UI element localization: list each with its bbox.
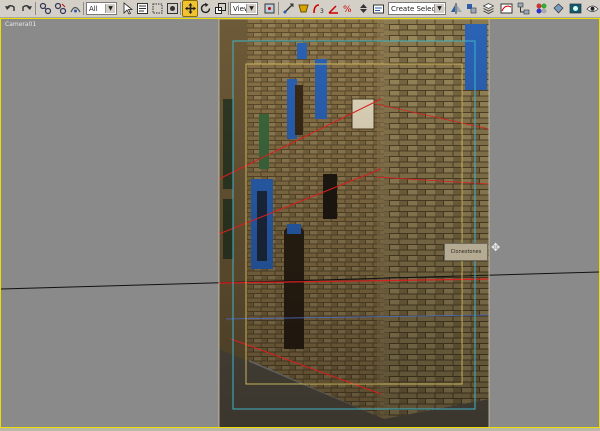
align-icon[interactable] (464, 1, 478, 16)
perspective-line (218, 168, 382, 235)
render-frame (218, 19, 490, 427)
selection-filter-value: All (89, 4, 98, 13)
named-selection-set-dropdown[interactable]: Create Selection Set▼ (388, 2, 446, 15)
perspective-line (218, 98, 382, 180)
perspective-line (375, 176, 490, 185)
horizon-line (1, 271, 599, 290)
select-and-move-icon[interactable] (182, 0, 198, 17)
snaps-toggle-icon[interactable]: 3 (311, 1, 325, 16)
safe-frame-outer (232, 40, 476, 410)
edit-named-selection-icon[interactable] (371, 1, 385, 16)
selection-filter-dropdown[interactable]: All ▼ (86, 2, 117, 15)
unlink-selection-icon[interactable] (53, 1, 67, 16)
perspective-line (375, 103, 490, 130)
chevron-down-icon: ▼ (246, 4, 256, 13)
chevron-down-icon: ▼ (434, 4, 444, 13)
camera-viewport[interactable]: Camera01 Clonestones ✥ (0, 18, 600, 428)
chevron-down-icon: ▼ (105, 4, 115, 13)
main-toolbar: All ▼ View▼ 3 % Create Selection Set▼ (0, 0, 600, 18)
perspective-line (218, 278, 490, 284)
select-object-icon[interactable] (120, 1, 134, 16)
quick-render-icon[interactable] (585, 1, 599, 16)
select-and-link-icon[interactable] (38, 1, 52, 16)
bind-to-space-warp-icon[interactable] (68, 1, 82, 16)
select-and-rotate-icon[interactable] (198, 1, 212, 16)
rectangular-selection-icon[interactable] (150, 1, 164, 16)
svg-text:%: % (343, 5, 352, 15)
spinner-snap-icon[interactable] (356, 1, 370, 16)
svg-text:3: 3 (320, 8, 324, 15)
mirror-icon[interactable] (449, 1, 463, 16)
render-setup-icon[interactable] (551, 1, 565, 16)
perspective-line (225, 314, 490, 320)
perspective-line (230, 338, 382, 395)
angle-snap-icon[interactable] (326, 1, 340, 16)
viewport-guides (1, 19, 599, 427)
percent-snap-icon[interactable]: % (341, 1, 355, 16)
reference-coordinate-dropdown[interactable]: View ▼ (230, 2, 258, 15)
select-and-scale-icon[interactable] (213, 1, 227, 16)
redo-icon[interactable] (19, 1, 33, 16)
use-pivot-center-icon[interactable] (262, 1, 276, 16)
select-and-manipulate-icon[interactable] (281, 1, 295, 16)
undo-icon[interactable] (3, 1, 17, 16)
object-tooltip: Clonestones (444, 243, 488, 261)
layer-manager-icon[interactable] (481, 1, 495, 16)
keyboard-shortcut-override-icon[interactable] (296, 1, 310, 16)
viewport-label[interactable]: Camera01 (5, 21, 36, 28)
material-editor-icon[interactable] (534, 1, 548, 16)
select-by-name-icon[interactable] (135, 1, 149, 16)
move-cursor-icon: ✥ (491, 241, 501, 254)
window-crossing-icon[interactable] (165, 1, 179, 16)
schematic-view-icon[interactable] (516, 1, 530, 16)
rendered-frame-window-icon[interactable] (568, 1, 582, 16)
curve-editor-icon[interactable] (499, 1, 513, 16)
